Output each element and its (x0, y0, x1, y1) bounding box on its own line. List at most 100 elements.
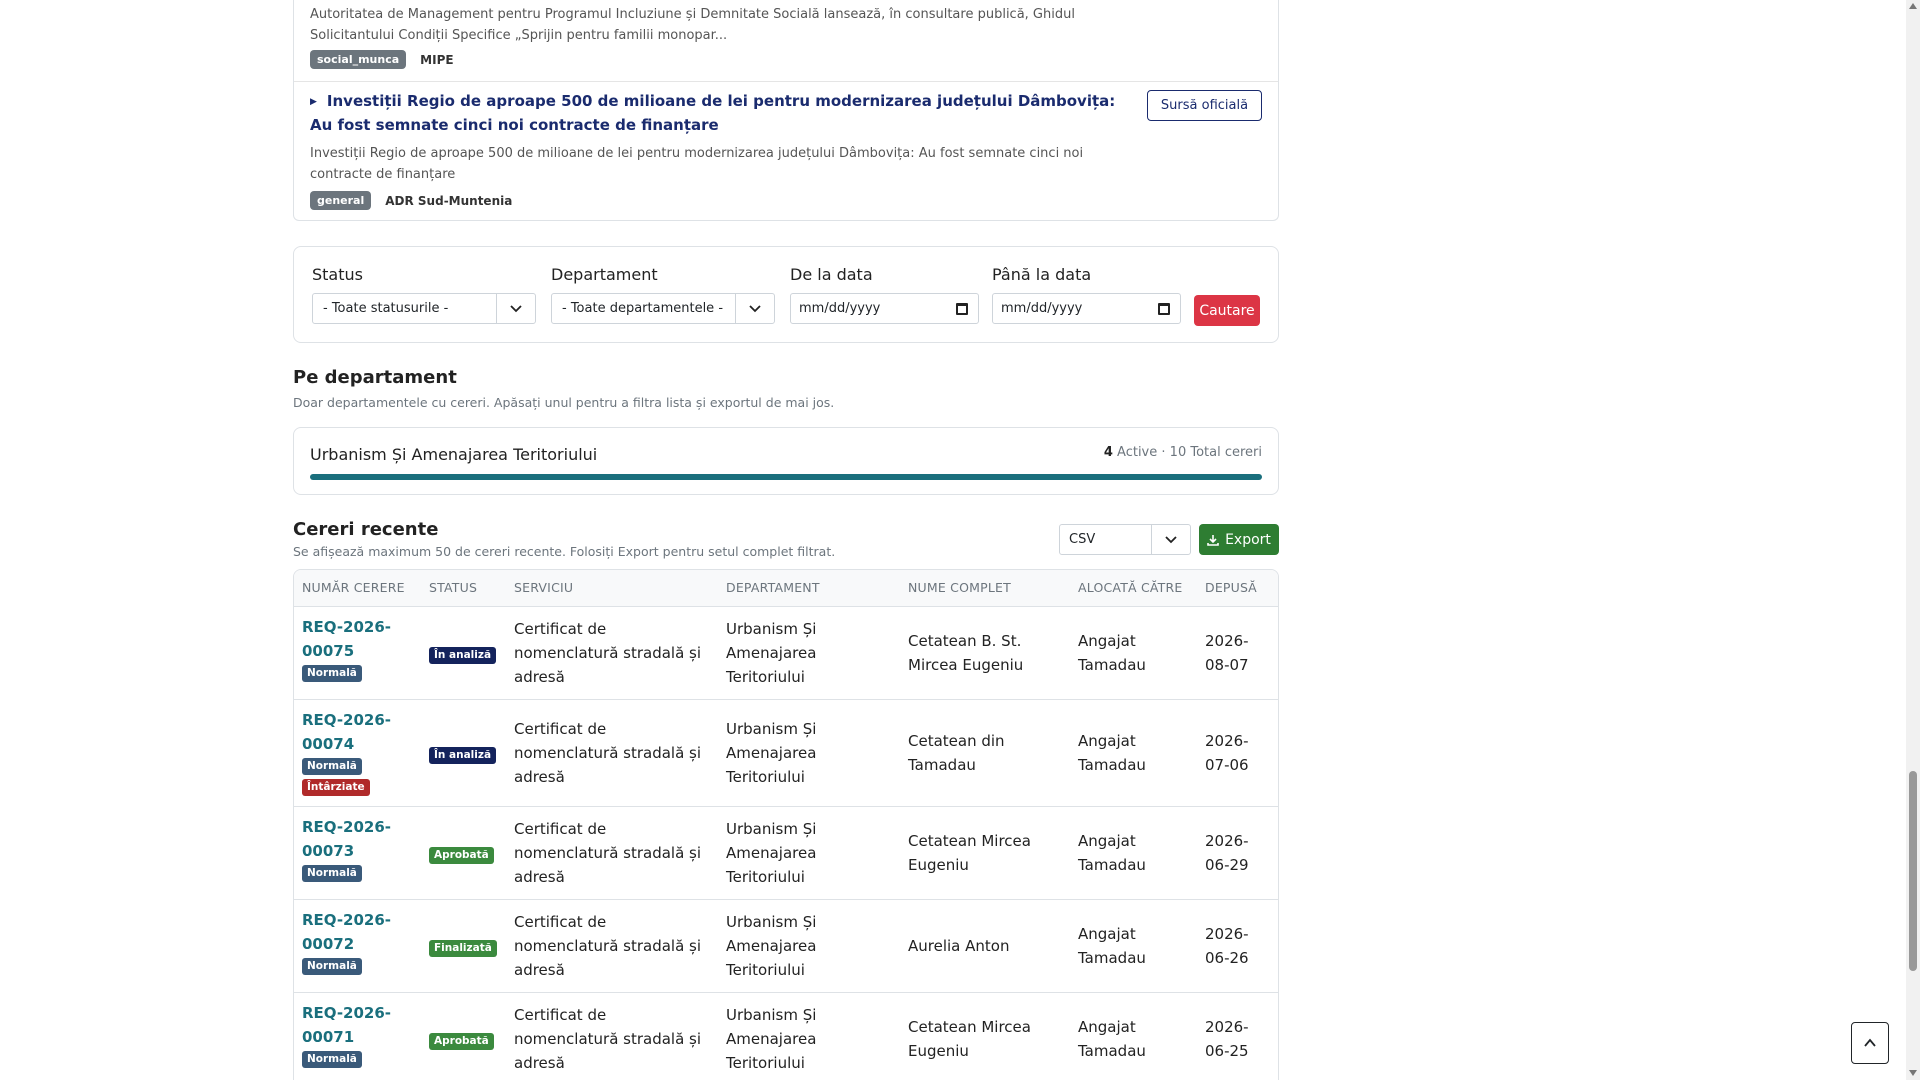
request-number-link[interactable]: REQ-2026-00071 (302, 1001, 392, 1049)
name-cell: Aurelia Anton (900, 899, 1070, 993)
category-tag[interactable]: general (310, 191, 372, 210)
table-row[interactable]: REQ-2026-00074 Normală Întârziate În anal… (294, 699, 1278, 807)
assigned-cell: Angajat Tamadau (1070, 699, 1197, 807)
name-cell: Cetatean din Tamadau (900, 699, 1070, 807)
scroll-up-arrow-icon[interactable] (1909, 3, 1917, 9)
department-progress-fill (310, 474, 1262, 480)
news-item: ▶ Investiții Regio de aproape 500 de mili… (310, 90, 1262, 210)
news-title[interactable]: ▶ Investiții Regio de aproape 500 de mili… (310, 90, 1140, 137)
request-number-link[interactable]: REQ-2026-00075 (302, 615, 392, 663)
to-date-input[interactable]: mm/dd/yyyy (992, 293, 1181, 324)
chevron-up-icon (1864, 1038, 1876, 1047)
name-cell: Cetatean Mircea Eugeniu (900, 992, 1070, 1080)
export-button[interactable]: Export (1199, 524, 1279, 555)
status-badge: În analiză (429, 646, 497, 664)
priority-badge: Normală (302, 757, 362, 775)
chevron-down-icon (510, 305, 522, 313)
assigned-cell: Angajat Tamadau (1070, 992, 1197, 1080)
source-name: ADR Sud-Muntenia (385, 193, 513, 208)
department-cell: Urbanism Și Amenajarea Teritoriului (718, 992, 900, 1080)
news-description: Autoritatea de Management pentru Program… (310, 7, 1075, 43)
department-progress-bar (310, 474, 1262, 480)
assigned-cell: Angajat Tamadau (1070, 606, 1197, 700)
search-button[interactable]: Cautare (1194, 295, 1260, 326)
category-tag[interactable]: social_munca (310, 50, 407, 69)
department-card[interactable]: Urbanism Și Amenajarea Teritoriului 4 Ac… (293, 427, 1279, 495)
to-date-label: Până la data (992, 265, 1092, 284)
recent-subtitle: Se afișează maximum 50 de cereri recente… (293, 544, 836, 559)
service-cell: Certificat de nomenclatură stradală și a… (506, 899, 718, 993)
page-scrollbar[interactable] (1906, 0, 1920, 1080)
name-cell: Cetatean Mircea Eugeniu (900, 806, 1070, 900)
scroll-down-arrow-icon[interactable] (1909, 1070, 1917, 1076)
department-cell: Urbanism Și Amenajarea Teritoriului (718, 899, 900, 993)
recent-title: Cereri recente (293, 519, 439, 540)
source-name: MIPE (420, 52, 454, 67)
from-date-input[interactable]: mm/dd/yyyy (790, 293, 979, 324)
service-cell: Certificat de nomenclatură stradală și a… (506, 606, 718, 700)
calendar-icon[interactable] (956, 303, 968, 315)
status-badge: Aprobată (429, 846, 494, 864)
col-header-number[interactable]: Număr cerere (294, 570, 421, 607)
submitted-cell: 2026-06-25 (1197, 992, 1278, 1080)
request-number-link[interactable]: REQ-2026-00073 (302, 815, 392, 863)
department-select[interactable]: - Toate departamentele - (551, 293, 775, 324)
col-header-name[interactable]: Nume complet (900, 570, 1070, 607)
submitted-cell: 2026-06-26 (1197, 899, 1278, 993)
by-department-subtitle: Doar departamentele cu cereri. Apăsați u… (293, 395, 835, 410)
news-item: Autoritatea de Management pentru Program… (310, 4, 1262, 69)
submitted-cell: 2026-06-29 (1197, 806, 1278, 900)
assigned-cell: Angajat Tamadau (1070, 806, 1197, 900)
col-header-submitted[interactable]: Depusă (1197, 570, 1278, 607)
chevron-down-icon (749, 305, 761, 313)
expand-caret-icon[interactable]: ▶ (310, 91, 317, 114)
by-department-title: Pe departament (293, 367, 457, 388)
table-row[interactable]: REQ-2026-00075 Normală În analiză Certif… (294, 606, 1278, 700)
from-date-label: De la data (790, 265, 873, 284)
table-row[interactable]: REQ-2026-00072 Normală Finalizată Certif… (294, 899, 1278, 993)
late-badge: Întârziate (302, 778, 370, 796)
news-card: Autoritatea de Management pentru Program… (293, 0, 1279, 221)
name-cell: Cetatean B. St. Mircea Eugeniu (900, 606, 1070, 700)
assigned-cell: Angajat Tamadau (1070, 899, 1197, 993)
priority-badge: Normală (302, 957, 362, 975)
col-header-status[interactable]: Status (421, 570, 506, 607)
table-row[interactable]: REQ-2026-00073 Normală Aprobată Certific… (294, 806, 1278, 900)
status-select[interactable]: - Toate statusurile - (312, 293, 536, 324)
department-cell: Urbanism Și Amenajarea Teritoriului (718, 606, 900, 700)
table-row[interactable]: REQ-2026-00071 Normală Aprobată Certific… (294, 992, 1278, 1080)
export-format-select[interactable]: CSV (1059, 524, 1191, 555)
request-number-link[interactable]: REQ-2026-00074 (302, 708, 392, 756)
col-header-service[interactable]: Serviciu (506, 570, 718, 607)
chevron-down-icon (1165, 536, 1177, 544)
priority-badge: Normală (302, 864, 362, 882)
calendar-icon[interactable] (1158, 303, 1170, 315)
request-number-link[interactable]: REQ-2026-00072 (302, 908, 392, 956)
priority-badge: Normală (302, 664, 362, 682)
status-label: Status (312, 265, 363, 284)
submitted-cell: 2026-07-06 (1197, 699, 1278, 807)
status-badge: Finalizată (429, 939, 497, 957)
status-badge: În analiză (429, 746, 497, 764)
filter-card: Status - Toate statusurile - Departament… (293, 246, 1279, 343)
priority-badge: Normală (302, 1050, 362, 1068)
department-stats: 4 Active · 10 Total cereri (1103, 445, 1262, 460)
news-divider (294, 81, 1278, 82)
department-cell: Urbanism Și Amenajarea Teritoriului (718, 699, 900, 807)
department-cell: Urbanism Și Amenajarea Teritoriului (718, 806, 900, 900)
back-to-top-button[interactable] (1851, 1022, 1889, 1064)
service-cell: Certificat de nomenclatură stradală și a… (506, 699, 718, 807)
requests-table-card: Număr cerere Status Serviciu Departament… (293, 569, 1279, 1080)
col-header-department[interactable]: Departament (718, 570, 900, 607)
department-label: Departament (551, 265, 658, 284)
service-cell: Certificat de nomenclatură stradală și a… (506, 992, 718, 1080)
news-description: Investiții Regio de aproape 500 de milio… (310, 146, 1084, 182)
table-header-row: Număr cerere Status Serviciu Departament… (294, 570, 1278, 607)
status-badge: Aprobată (429, 1032, 494, 1050)
official-source-button[interactable]: Sursă oficială (1147, 90, 1262, 121)
submitted-cell: 2026-08-07 (1197, 606, 1278, 700)
scrollbar-thumb[interactable] (1909, 771, 1917, 971)
service-cell: Certificat de nomenclatură stradală și a… (506, 806, 718, 900)
requests-table: Număr cerere Status Serviciu Departament… (294, 570, 1278, 1080)
col-header-assigned[interactable]: Alocată către (1070, 570, 1197, 607)
